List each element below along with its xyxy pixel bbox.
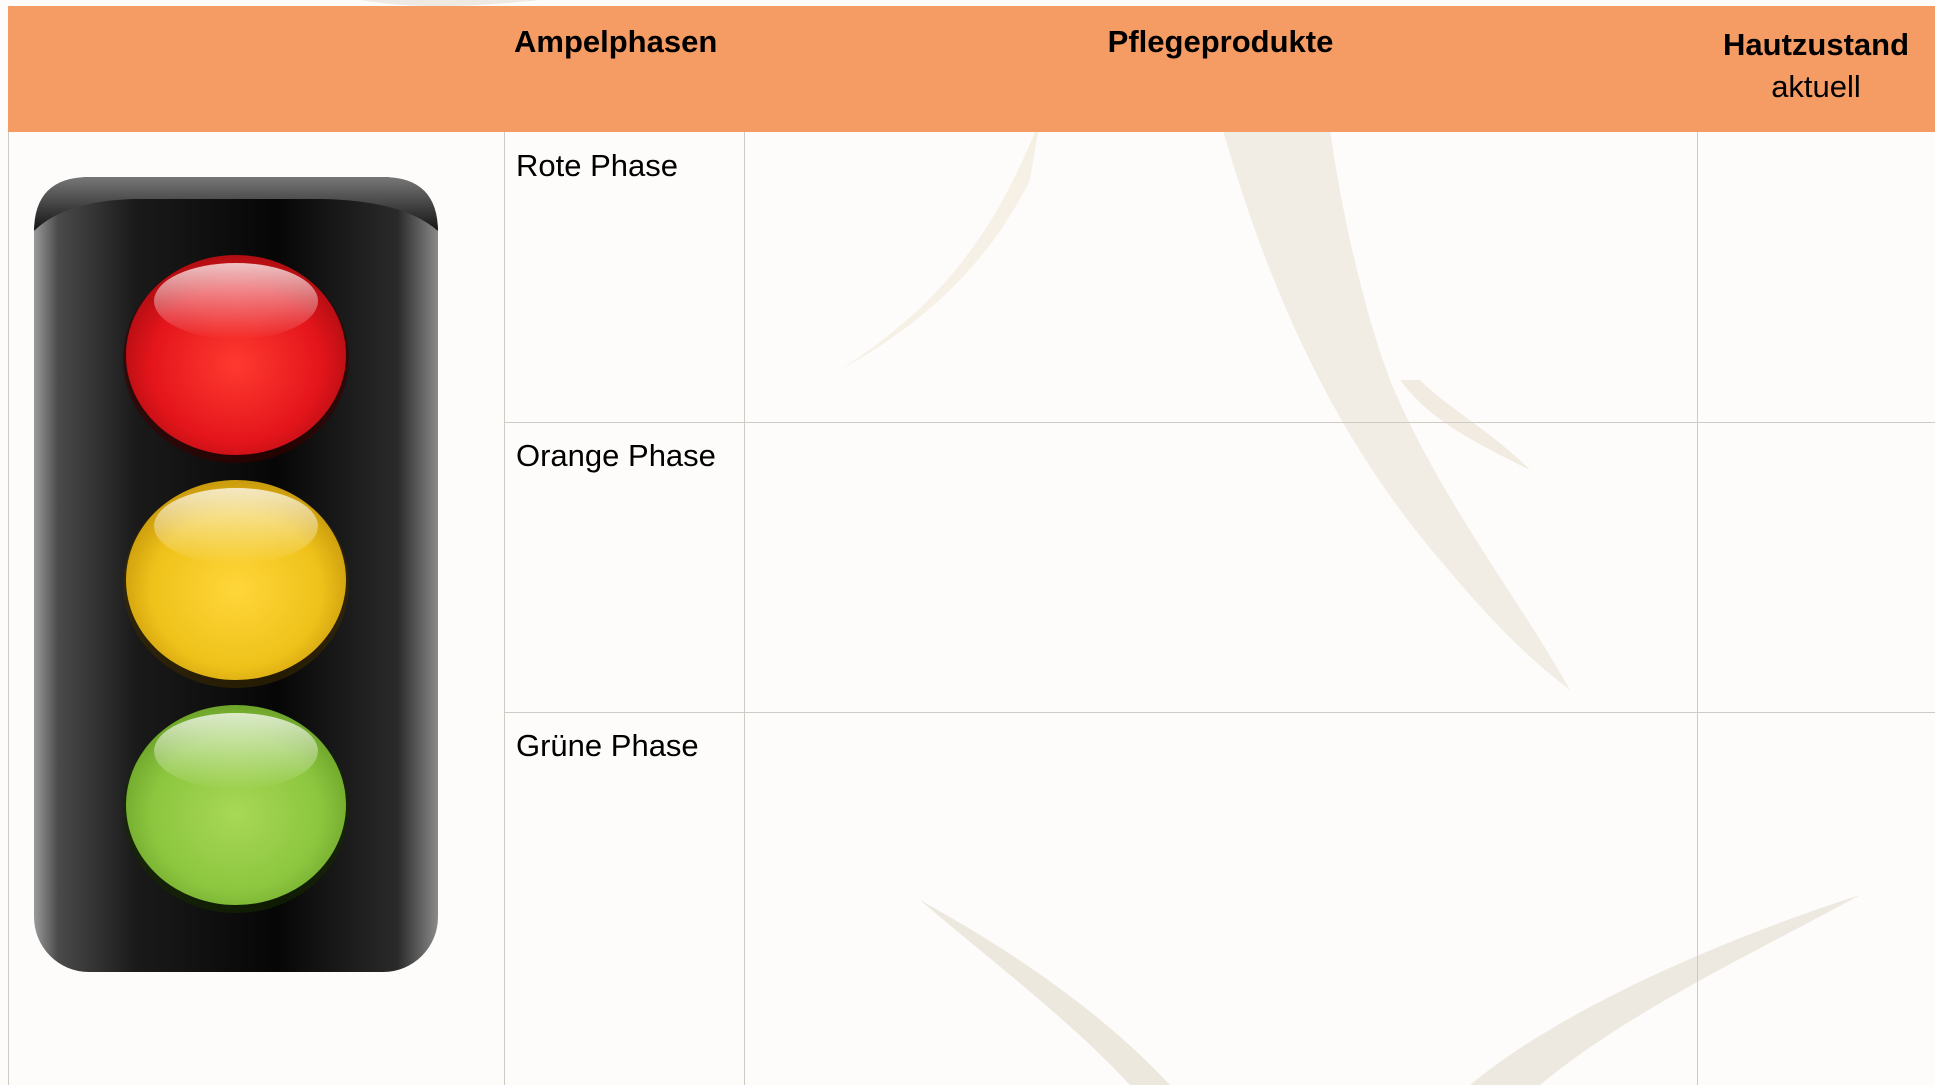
page: Ampelphasen Pflegeprodukte Hautzustand a…: [0, 0, 1935, 1085]
yellow-light-icon: [123, 480, 349, 688]
traffic-light-illustration: [34, 177, 438, 972]
green-light-icon: [123, 705, 349, 913]
phase-label-orange: Orange Phase: [516, 438, 716, 473]
grid-line-horizontal-1: [504, 422, 1935, 423]
header-ampelphasen: Ampelphasen: [514, 24, 718, 59]
grid-line-horizontal-2: [504, 712, 1935, 713]
red-light-icon: [123, 255, 349, 463]
header-hautzustand: Hautzustand aktuell: [1697, 6, 1935, 132]
table-header-row: Ampelphasen Pflegeprodukte Hautzustand a…: [8, 6, 1935, 132]
phase-label-green: Grüne Phase: [516, 728, 699, 763]
grid-line-vertical-left: [8, 132, 9, 1085]
grid-line-vertical-1: [504, 132, 505, 1085]
phase-label-red: Rote Phase: [516, 148, 678, 183]
header-hautzustand-sub: aktuell: [1771, 69, 1861, 104]
header-pflegeprodukte: Pflegeprodukte: [1107, 24, 1334, 59]
grid-line-vertical-3: [1697, 132, 1698, 1085]
grid-line-vertical-2: [744, 132, 745, 1085]
